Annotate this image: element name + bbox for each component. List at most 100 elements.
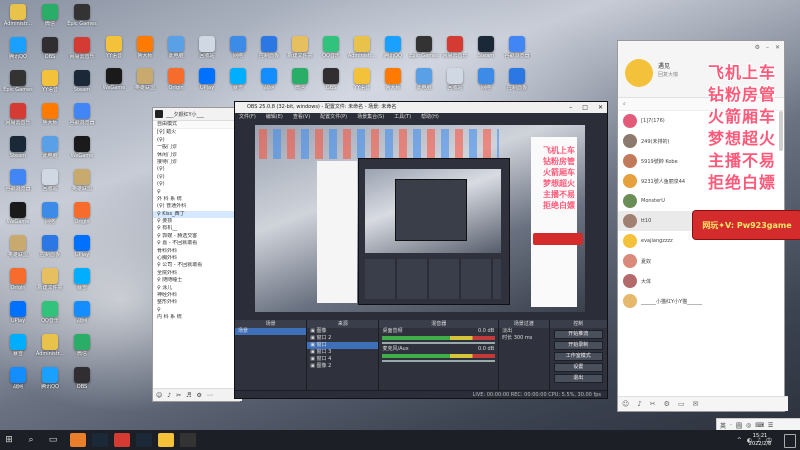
scenes-dock[interactable]: 场景 场景: [235, 320, 308, 398]
channel-item[interactable]: (♀): [153, 137, 239, 144]
desktop-icon[interactable]: 战网: [66, 301, 98, 324]
ime-button[interactable]: ⌨: [755, 422, 764, 429]
desktop-icon[interactable]: Epic Games: [2, 70, 34, 93]
desktop-icon[interactable]: QQ音乐: [34, 301, 66, 324]
taskbar-app-icon[interactable]: [180, 433, 196, 447]
mixer-slider[interactable]: [382, 360, 496, 362]
desktop-icon[interactable]: 腾讯QQ: [2, 37, 34, 60]
toolbar-icon[interactable]: ♪: [637, 400, 641, 408]
desktop-icon[interactable]: 此电脑: [160, 36, 192, 59]
channel-item[interactable]: 神经外科: [153, 292, 239, 299]
desktop-icon[interactable]: UPlay: [66, 235, 98, 258]
desktop-icon[interactable]: Steam: [66, 70, 98, 93]
desktop-icon[interactable]: 谷歌浏览器: [501, 36, 533, 59]
desktop-icon[interactable]: 网络: [470, 68, 502, 91]
channel-item[interactable]: (♀) 普通外科: [153, 203, 239, 210]
obs-preview[interactable]: 飞机上车 钻粉房管 火箭厢车 梦想超火 主播不易 拒绝白嫖: [255, 125, 585, 312]
control-button[interactable]: 工作室模式: [553, 352, 603, 361]
clock[interactable]: 15:21 2022/2/8: [738, 432, 782, 448]
desktop-icon[interactable]: YY语音: [346, 68, 378, 91]
channel-item[interactable]: 内 科 系 统: [153, 314, 239, 321]
transition-type[interactable]: 淡出: [499, 328, 548, 335]
desktop-icon[interactable]: 回收站: [191, 36, 223, 59]
start-button[interactable]: ⊞: [0, 432, 18, 448]
desktop-icon[interactable]: OBS: [315, 68, 347, 91]
toolbar-icon[interactable]: ⋯: [207, 392, 213, 399]
desktop-icon[interactable]: 此电脑: [34, 136, 66, 159]
desktop-icon[interactable]: 鲁大师: [377, 68, 409, 91]
desktop-icon[interactable]: 控制面板: [253, 36, 285, 59]
desktop-icon[interactable]: WeGame: [2, 202, 34, 225]
ime-button[interactable]: 英: [720, 421, 726, 430]
sources-dock[interactable]: 来源 ▣ 图像 ▣ 窗口 2 ▣ 窗口 ▣ 窗口 3 ▣ 窗口 4 ▣ 图像 2: [307, 320, 380, 398]
mixer-slider[interactable]: [382, 342, 496, 344]
desktop-icon[interactable]: 鲁大师: [129, 36, 161, 59]
ime-button[interactable]: ☰: [768, 422, 773, 429]
toolbar-icon[interactable]: ✂: [176, 392, 181, 399]
desktop-icon[interactable]: 暴雪: [66, 268, 98, 291]
desktop-icon[interactable]: YY语音: [98, 36, 130, 59]
desktop-icon[interactable]: UPlay: [2, 301, 34, 324]
channel-item[interactable]: ♀ 要孩: [153, 218, 239, 225]
menu-item[interactable]: 配置文件(P): [320, 113, 347, 122]
desktop-icon[interactable]: 鲁大师: [34, 103, 66, 126]
desktop-icon[interactable]: 微信: [66, 334, 98, 357]
taskbar-app-icon[interactable]: [136, 433, 152, 447]
channel-item[interactable]: ♀ 嘉 - 不回就敢看: [153, 240, 239, 247]
channel-item[interactable]: 全院外科: [153, 270, 239, 277]
desktop-icon[interactable]: WeGame: [66, 136, 98, 159]
toolbar-icon[interactable]: ⚙: [664, 400, 670, 408]
toolbar-icon[interactable]: ✉: [693, 400, 699, 408]
channel-item[interactable]: 接待门诊: [153, 159, 239, 166]
desktop-icon[interactable]: 英雄联盟: [2, 235, 34, 258]
desktop-icon[interactable]: 暴雪: [222, 68, 254, 91]
desktop-icon[interactable]: OBS: [34, 37, 66, 60]
desktop-icon[interactable]: Origin: [66, 202, 98, 225]
yy-left-window[interactable]: ___夕颜红Y小___ 自由模式 [♀] 蜡火 (♀) 一般门诊 休闲门诊 接待…: [152, 107, 242, 402]
desktop-icon[interactable]: 微信: [34, 4, 66, 27]
settings-icon[interactable]: ⚙: [755, 44, 760, 51]
user-row[interactable]: MonsterU: [618, 191, 784, 211]
desktop-icon[interactable]: 网易云音乐: [66, 37, 98, 60]
source-item[interactable]: ▣ 图像 2: [307, 363, 378, 370]
source-item[interactable]: ▣ 窗口 3: [307, 349, 378, 356]
taskbar-app-icon[interactable]: [114, 433, 130, 447]
task-view-icon[interactable]: ▭: [44, 432, 62, 448]
channel-item[interactable]: 休闲门诊: [153, 152, 239, 159]
menu-item[interactable]: 文件(F): [239, 113, 256, 122]
channel-item[interactable]: (♀): [153, 181, 239, 188]
desktop-icon[interactable]: Administr...: [2, 4, 34, 27]
source-item[interactable]: ▣ 窗口: [307, 342, 379, 349]
desktop-icon[interactable]: Steam: [2, 136, 34, 159]
desktop-icon[interactable]: Steam: [470, 36, 502, 59]
user-row[interactable]: 大体: [618, 271, 784, 291]
ime-button[interactable]: 圆: [736, 421, 742, 430]
desktop-icon[interactable]: 新建文件夹: [284, 36, 316, 59]
channel-item[interactable]: ♀ 有机__: [153, 225, 239, 232]
desktop-icon[interactable]: 战网: [2, 367, 34, 390]
desktop-icon[interactable]: 网络: [34, 202, 66, 225]
desktop-icon[interactable]: Origin: [2, 268, 34, 291]
user-row[interactable]: ______小猫红Y小Y猫______: [618, 291, 784, 311]
control-button[interactable]: 开始录制: [553, 341, 603, 350]
desktop-icon[interactable]: 回收站: [34, 169, 66, 192]
channel-item[interactable]: (♀): [153, 174, 239, 181]
control-button[interactable]: 开始推流: [553, 330, 603, 339]
channel-item[interactable]: ♀ 随随睡士: [153, 277, 239, 284]
channel-item[interactable]: ♀: [153, 307, 239, 314]
control-button[interactable]: 退出: [553, 374, 603, 383]
desktop-icon[interactable]: Administr...: [34, 334, 66, 357]
ime-button[interactable]: ·: [730, 422, 732, 429]
desktop-icon[interactable]: QQ音乐: [315, 36, 347, 59]
yy-left-mode[interactable]: 自由模式: [153, 121, 239, 130]
taskbar-app-icon[interactable]: [70, 433, 86, 447]
menu-item[interactable]: 工具(T): [394, 113, 411, 122]
mixer-dock[interactable]: 混音器 桌面音频 0.0 dB 麦克风/Aux 0.0 dB: [379, 320, 500, 398]
desktop-icon[interactable]: 回收站: [439, 68, 471, 91]
desktop-icon[interactable]: 腾讯QQ: [377, 36, 409, 59]
toolbar-icon[interactable]: ✂: [650, 400, 656, 408]
desktop-icon[interactable]: Epic Games: [66, 4, 98, 27]
desktop-icon[interactable]: UPlay: [191, 68, 223, 91]
desktop-icon[interactable]: WeGame: [98, 68, 130, 91]
channel-item[interactable]: 一般门诊: [153, 144, 239, 151]
